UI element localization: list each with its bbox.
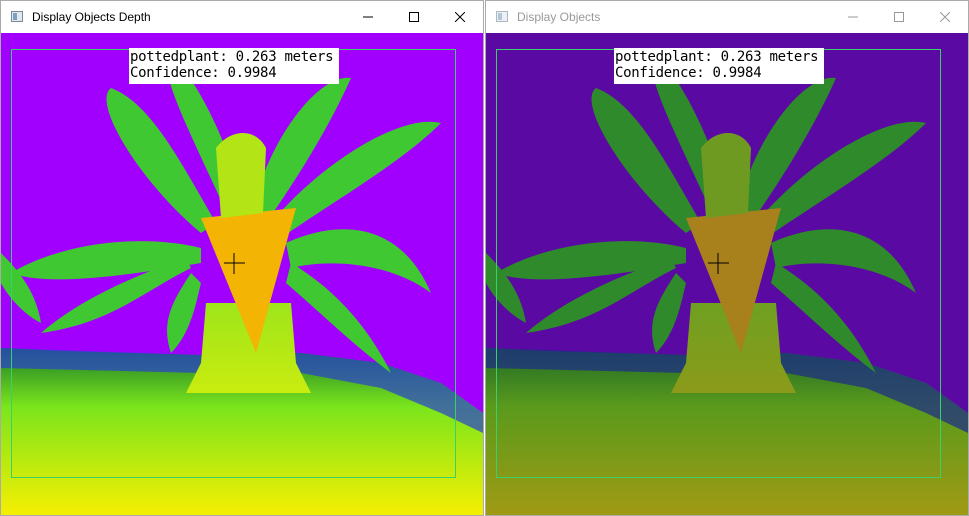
stem-top	[216, 133, 266, 218]
minimize-button[interactable]	[830, 1, 876, 33]
minimize-icon	[848, 16, 858, 18]
maximize-button[interactable]	[876, 1, 922, 33]
minimize-button[interactable]	[345, 1, 391, 33]
app-icon[interactable]	[11, 11, 23, 22]
depth-window: Display Objects Depth pottedplant: 0.263…	[0, 0, 484, 516]
title-bar[interactable]: Display Objects	[486, 1, 968, 33]
maximize-icon	[894, 12, 904, 22]
objects-image	[486, 33, 968, 515]
detection-label: pottedplant: 0.263 meters Confidence: 0.…	[614, 48, 824, 84]
maximize-icon	[409, 12, 419, 22]
stem-top	[701, 133, 751, 218]
confidence-line: Confidence: 0.9984	[615, 65, 762, 81]
close-button[interactable]	[922, 1, 968, 33]
minimize-icon	[363, 16, 373, 18]
app-icon[interactable]	[496, 11, 508, 22]
depth-image	[1, 33, 483, 515]
title-bar[interactable]: Display Objects Depth	[1, 1, 483, 33]
label-line: pottedplant: 0.263 meters	[130, 49, 334, 65]
objects-window: Display Objects pottedplant: 0.263 meter…	[485, 0, 969, 516]
close-button[interactable]	[437, 1, 483, 33]
window-title: Display Objects	[517, 10, 601, 24]
detection-label: pottedplant: 0.263 meters Confidence: 0.…	[129, 48, 339, 84]
depth-image-canvas[interactable]: pottedplant: 0.263 meters Confidence: 0.…	[1, 33, 483, 515]
close-icon	[455, 12, 465, 22]
window-title: Display Objects Depth	[32, 10, 151, 24]
confidence-line: Confidence: 0.9984	[130, 65, 277, 81]
label-line: pottedplant: 0.263 meters	[615, 49, 819, 65]
close-icon	[940, 12, 950, 22]
maximize-button[interactable]	[391, 1, 437, 33]
objects-image-canvas[interactable]: pottedplant: 0.263 meters Confidence: 0.…	[486, 33, 968, 515]
